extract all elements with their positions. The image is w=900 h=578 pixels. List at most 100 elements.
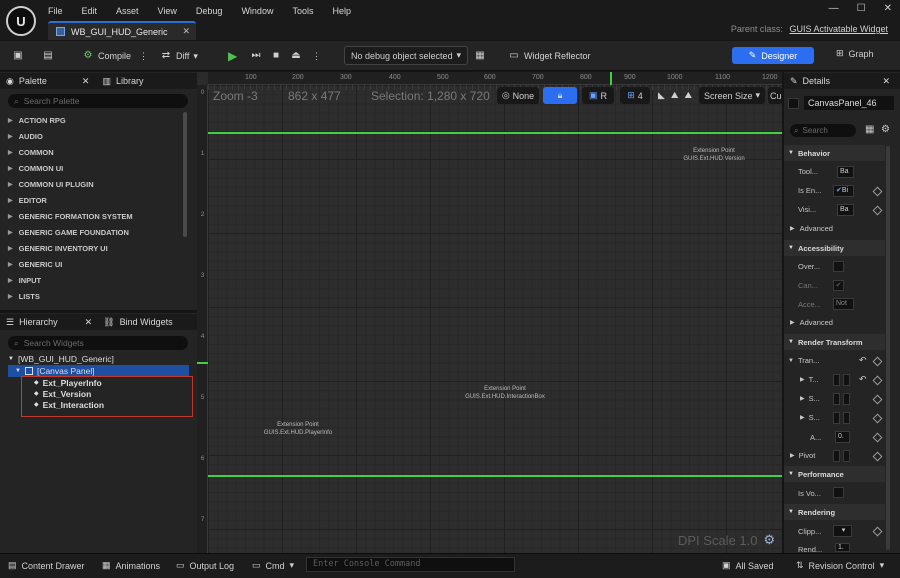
console-input[interactable]: Enter Console Command [306,557,515,572]
behavior-advanced[interactable]: ▶ Advanced [790,224,833,233]
compile-options-icon[interactable]: ⋮ [139,51,148,62]
visibility-field[interactable]: Ba [837,204,854,216]
menu-asset[interactable]: Asset [116,6,139,16]
diff-button[interactable]: ⇄ Diff ▾ [160,46,198,66]
screen-size-dropdown[interactable]: Screen Size ▾ [699,87,765,104]
details-object-name[interactable]: CanvasPanel_46 [804,96,894,110]
output-log-button[interactable]: ▭ Output Log [176,560,234,571]
override-checkbox[interactable] [833,261,844,272]
menu-window[interactable]: Window [241,6,273,16]
content-drawer-button[interactable]: ▤ Content Drawer [8,560,85,571]
tab-details[interactable]: Details [803,76,831,86]
hierarchy-item-ext-playerinfo[interactable]: ◆ Ext_PlayerInfo [34,377,102,388]
none-button[interactable]: ◎ None [497,87,539,104]
menu-file[interactable]: File [48,6,63,16]
save-button[interactable]: ▣ [12,46,24,66]
menu-help[interactable]: Help [332,6,351,16]
shear-x-field[interactable] [833,412,840,424]
is-volatile-checkbox[interactable] [833,487,844,498]
palette-category-generic-ui[interactable]: ▶ GENERIC UI [8,257,62,271]
tab-palette[interactable]: Palette [19,76,47,86]
close-palette-icon[interactable]: ✕ [82,76,90,87]
play-options-button[interactable]: ⋮ [312,46,321,66]
scale-x-field[interactable] [833,393,840,405]
prop-scale-row[interactable]: ▶ S... [800,394,820,403]
can-checkbox[interactable]: ✔ [833,280,844,291]
section-behavior[interactable]: ▼ Behavior [784,145,885,161]
r-toggle[interactable]: ▣ R [582,87,614,104]
close-hierarchy-icon[interactable]: ✕ [85,317,93,328]
close-tab-icon[interactable]: ✕ [182,26,190,37]
palette-search-input[interactable]: ⌕ Search Palette [8,94,188,108]
details-search-input[interactable]: ⌕ Search [790,124,856,137]
debug-browse-button[interactable]: ▦ [474,46,486,66]
hierarchy-search-input[interactable]: ⌕ Search Widgets [8,336,188,350]
tab-hierarchy[interactable]: Hierarchy [19,317,58,327]
clipping-dropdown[interactable]: ▾ [833,525,852,537]
accessibility-advanced[interactable]: ▶ Advanced [790,318,833,327]
palette-scrollbar[interactable] [183,112,187,237]
accessible-field[interactable]: Not [833,298,854,310]
palette-category-audio[interactable]: ▶ AUDIO [8,129,43,143]
tab-bind-widgets[interactable]: Bind Widgets [120,317,173,327]
render-opacity-field[interactable]: 1. [835,543,850,552]
widget-reflector-button[interactable]: ▭ Widget Reflector [508,46,590,66]
palette-category-generic-inventory-ui[interactable]: ▶ GENERIC INVENTORY UI [8,241,108,255]
close-window-icon[interactable]: ✕ [884,3,892,14]
section-render-transform[interactable]: ▼ Render Transform [784,334,885,350]
palette-category-action-rpg[interactable]: ▶ ACTION RPG [8,113,66,127]
scale-y-field[interactable] [843,393,850,405]
graph-button[interactable]: ⊞ Graph [836,48,874,59]
step-button[interactable]: ⏭ [250,46,262,66]
section-accessibility[interactable]: ▼ Accessibility [784,240,885,256]
shear-y-field[interactable] [843,412,850,424]
menu-debug[interactable]: Debug [196,6,223,16]
translation-x-field[interactable] [833,374,840,386]
prop-transform-row[interactable]: ▼ Tran... [788,356,819,365]
close-details-icon[interactable]: ✕ [882,76,890,87]
pivot-x-field[interactable] [833,450,840,462]
section-rendering[interactable]: ▼ Rendering [784,504,885,520]
custom-size-dropdown[interactable]: Cu [768,87,782,104]
palette-category-lists[interactable]: ▶ LISTS [8,289,40,303]
hierarchy-root[interactable]: ▼ [WB_GUI_HUD_Generic] [8,353,114,364]
all-saved-status[interactable]: ▣ All Saved [722,560,774,571]
revision-control-button[interactable]: ⇅ Revision Control ▾ [796,560,884,571]
angle-field[interactable]: 0. [835,431,850,443]
reset-arrow-icon[interactable]: ↶ [859,374,867,385]
reset-arrow-icon[interactable]: ↶ [859,355,867,366]
pivot-y-field[interactable] [843,450,850,462]
palette-category-common-ui-plugin[interactable]: ▶ COMMON UI PLUGIN [8,177,94,191]
browse-button[interactable]: ▤ [42,46,54,66]
palette-category-generic-game-foundation[interactable]: ▶ GENERIC GAME FOUNDATION [8,225,129,239]
animations-button[interactable]: ▦ Animations [102,560,160,571]
debug-object-select[interactable]: No debug object selected ▾ [344,46,468,65]
gear-icon[interactable]: ⚙ [764,532,776,548]
details-scrollbar[interactable] [886,146,890,550]
eject-button[interactable]: ⏏ [290,46,302,66]
ext-version-label[interactable]: Extension Point GUIS.Ext.HUD.Version [672,148,756,163]
palette-category-generic-formation[interactable]: ▶ GENERIC FORMATION SYSTEM [8,209,133,223]
hierarchy-item-ext-version[interactable]: ◆ Ext_Version [34,388,91,399]
prop-pivot-row[interactable]: ▶ Pivot [790,451,815,460]
designer-button[interactable]: ✎ Designer [732,47,814,64]
menu-view[interactable]: View [158,6,177,16]
menu-tools[interactable]: Tools [292,6,313,16]
hierarchy-item-ext-interaction[interactable]: ◆ Ext_Interaction [34,399,104,410]
play-button[interactable]: ▶ [228,46,237,66]
tooltip-field[interactable]: Ba [837,166,854,178]
palette-category-input[interactable]: ▶ INPUT [8,273,41,287]
prop-translation-row[interactable]: ▶ T... [800,375,819,384]
palette-category-editor[interactable]: ▶ EDITOR [8,193,47,207]
unreal-logo-icon[interactable]: U [6,6,36,36]
ext-interaction-label[interactable]: Extension Point GUIS.Ext.HUD.Interaction… [455,386,555,401]
settings-icon[interactable]: ⚙ [881,124,890,135]
palette-category-common-ui[interactable]: ▶ COMMON UI [8,161,63,175]
viewport-toggles[interactable]: ◣ ⛰ ⛰ [652,87,698,104]
translation-y-field[interactable] [843,374,850,386]
section-performance[interactable]: ▼ Performance [784,466,885,482]
prop-shear-row[interactable]: ▶ S... [800,413,820,422]
menu-edit[interactable]: Edit [82,6,98,16]
tab-library[interactable]: Library [116,76,144,86]
maximize-icon[interactable]: ☐ [857,3,866,14]
